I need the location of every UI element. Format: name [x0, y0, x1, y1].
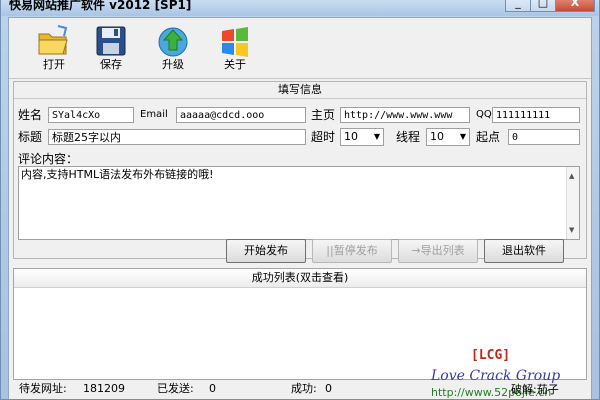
- save-label: 保存: [100, 58, 122, 71]
- success-list-header: 成功列表(双击查看): [14, 269, 586, 288]
- crack-credit-watermark: 破解:茄子: [511, 383, 559, 396]
- info-panel: 填写信息 姓名 SYal4cXo Email aaaaa@cdcd.ooo 主页…: [13, 81, 587, 259]
- subject-label: 标题: [18, 130, 43, 144]
- window-controls: _ □ X: [505, 0, 595, 12]
- homepage-input[interactable]: http://www.www.www: [340, 107, 470, 123]
- maximize-button[interactable]: □: [530, 0, 556, 12]
- close-button[interactable]: X: [555, 0, 595, 12]
- chevron-down-icon: ▼: [459, 132, 466, 141]
- chevron-down-icon: ▼: [373, 132, 380, 141]
- homepage-label: 主页: [311, 108, 336, 122]
- pause-publish-button[interactable]: ||暂停发布: [312, 239, 392, 263]
- subject-input[interactable]: 标题25字以内: [48, 129, 306, 145]
- folder-open-icon: [38, 25, 68, 55]
- upgrade-label: 升级: [162, 58, 184, 71]
- threads-value: 10: [430, 130, 444, 143]
- start-label: 起点: [476, 130, 501, 144]
- open-button[interactable]: 打开: [29, 24, 79, 76]
- toolbar: 打开 保存 升级 关于: [9, 18, 591, 79]
- sent-value: 0: [209, 382, 216, 395]
- name-label: 姓名: [18, 108, 43, 122]
- app-window: 快易网站推广软件 v2012 [SP1] _ □ X 打开 保存 升级 关于 填…: [0, 0, 600, 400]
- lcg-watermark: [LCG]: [471, 348, 511, 363]
- about-button[interactable]: 关于: [210, 24, 260, 76]
- export-list-button[interactable]: →导出列表: [398, 239, 478, 263]
- email-label: Email: [140, 109, 168, 120]
- email-input[interactable]: aaaaa@cdcd.ooo: [176, 107, 306, 123]
- threads-select[interactable]: 10 ▼: [426, 128, 470, 146]
- scroll-down-icon[interactable]: ▼: [569, 223, 574, 237]
- qq-label: QQ: [476, 109, 492, 120]
- comment-text: 内容,支持HTML语法发布外布链接的哦!: [21, 168, 214, 181]
- timeout-select[interactable]: 10 ▼: [340, 128, 384, 146]
- window-title: 快易网站推广软件 v2012 [SP1]: [9, 0, 192, 12]
- threads-label: 线程: [396, 130, 421, 144]
- upgrade-globe-icon: [158, 27, 188, 57]
- client-area: 打开 保存 升级 关于 填写信息 姓名 SYal4cXo Email aaaaa…: [8, 17, 592, 399]
- qq-input[interactable]: 111111111: [492, 107, 580, 123]
- info-panel-title: 填写信息: [14, 82, 586, 99]
- open-label: 打开: [43, 58, 65, 71]
- pending-value: 181209: [83, 382, 125, 395]
- start-input[interactable]: 0: [508, 129, 580, 145]
- sent-label: 已发送:: [157, 382, 194, 395]
- about-label: 关于: [224, 58, 246, 71]
- minimize-button[interactable]: _: [505, 0, 531, 12]
- success-value: 0: [325, 382, 332, 395]
- windows-logo-icon: [222, 27, 248, 57]
- save-button[interactable]: 保存: [86, 24, 136, 76]
- floppy-disk-icon: [96, 26, 126, 56]
- exit-button[interactable]: 退出软件: [484, 239, 564, 263]
- comment-textarea[interactable]: 内容,支持HTML语法发布外布链接的哦! ▲ ▼: [18, 166, 580, 240]
- upgrade-button[interactable]: 升级: [148, 24, 198, 76]
- pending-label: 待发网址:: [19, 382, 67, 395]
- start-publish-button[interactable]: 开始发布: [226, 239, 306, 263]
- success-label: 成功:: [291, 382, 317, 395]
- success-list[interactable]: 成功列表(双击查看): [13, 268, 587, 380]
- scroll-up-icon[interactable]: ▲: [569, 169, 574, 183]
- timeout-value: 10: [344, 130, 358, 143]
- comment-scrollbar[interactable]: ▲ ▼: [566, 167, 579, 239]
- timeout-label: 超时: [311, 130, 336, 144]
- name-input[interactable]: SYal4cXo: [48, 107, 134, 123]
- title-bar[interactable]: 快易网站推广软件 v2012 [SP1] _ □ X: [1, 0, 599, 16]
